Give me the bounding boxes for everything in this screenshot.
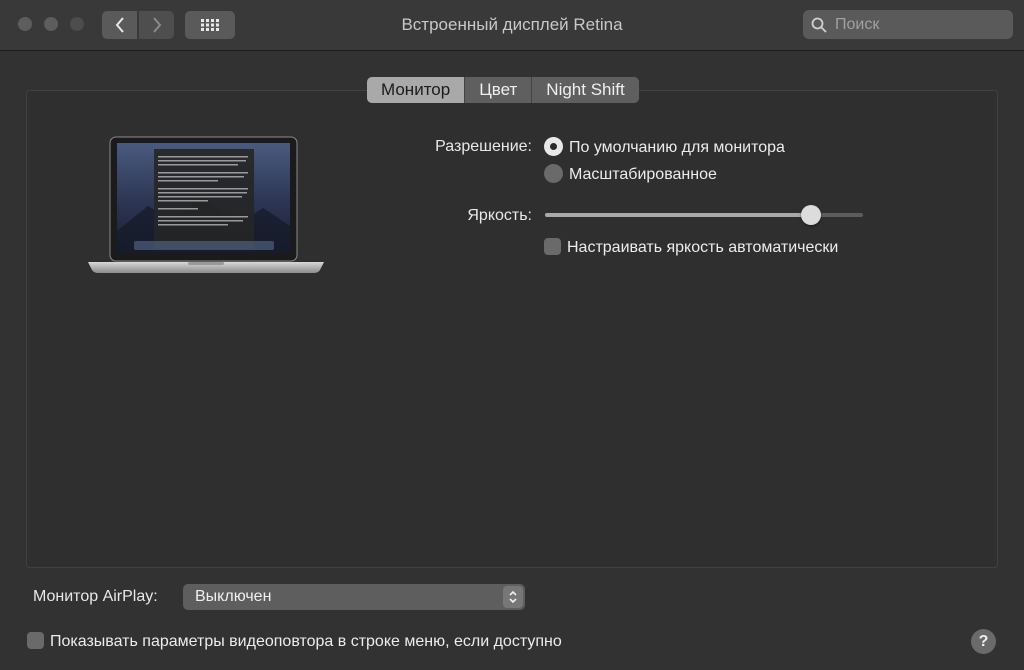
tab-color[interactable]: Цвет bbox=[465, 77, 533, 103]
search-icon bbox=[811, 17, 827, 33]
help-button[interactable]: ? bbox=[971, 629, 996, 654]
updown-chevron-icon bbox=[503, 586, 523, 608]
minimize-window-button[interactable] bbox=[44, 17, 58, 31]
show-mirroring-label: Показывать параметры видеоповтора в стро… bbox=[50, 633, 562, 650]
chevron-left-icon bbox=[115, 17, 124, 33]
help-icon: ? bbox=[978, 632, 989, 650]
tab-monitor[interactable]: Монитор bbox=[367, 77, 466, 103]
search-input[interactable] bbox=[833, 14, 1007, 35]
close-window-button[interactable] bbox=[18, 17, 32, 31]
forward-button[interactable] bbox=[139, 11, 174, 39]
zoom-window-button[interactable] bbox=[70, 17, 84, 31]
search-field[interactable] bbox=[803, 10, 1013, 39]
airplay-label: Монитор AirPlay: bbox=[33, 588, 158, 605]
auto-brightness-checkbox[interactable] bbox=[544, 238, 561, 255]
resolution-label: Разрешение: bbox=[435, 138, 532, 155]
brightness-label: Яркость: bbox=[467, 207, 532, 224]
airplay-select[interactable]: Выключен bbox=[183, 584, 525, 610]
show-all-button[interactable] bbox=[185, 11, 235, 39]
tab-bar: Монитор Цвет Night Shift bbox=[367, 77, 639, 103]
window-title: Встроенный дисплей Retina bbox=[401, 15, 623, 34]
back-button[interactable] bbox=[102, 11, 137, 39]
title-bar: Встроенный дисплей Retina bbox=[0, 0, 1024, 51]
brightness-slider[interactable] bbox=[545, 205, 863, 225]
laptop-image bbox=[88, 136, 324, 273]
resolution-default-label: По умолчанию для монитора bbox=[569, 139, 785, 156]
airplay-select-value: Выключен bbox=[195, 588, 272, 605]
chevron-right-icon bbox=[152, 17, 161, 33]
resolution-default-radio[interactable] bbox=[544, 137, 563, 156]
resolution-scaled-label: Масштабированное bbox=[569, 166, 717, 183]
preferences-window: Встроенный дисплей Retina Монитор Цвет N… bbox=[0, 0, 1024, 670]
resolution-scaled-radio[interactable] bbox=[544, 164, 563, 183]
tab-night-shift[interactable]: Night Shift bbox=[532, 77, 639, 103]
show-mirroring-checkbox[interactable] bbox=[27, 632, 44, 649]
auto-brightness-label: Настраивать яркость автоматически bbox=[567, 239, 839, 256]
navigation-buttons bbox=[102, 11, 174, 39]
brightness-slider-fill bbox=[545, 213, 812, 217]
grid-icon bbox=[201, 19, 219, 31]
